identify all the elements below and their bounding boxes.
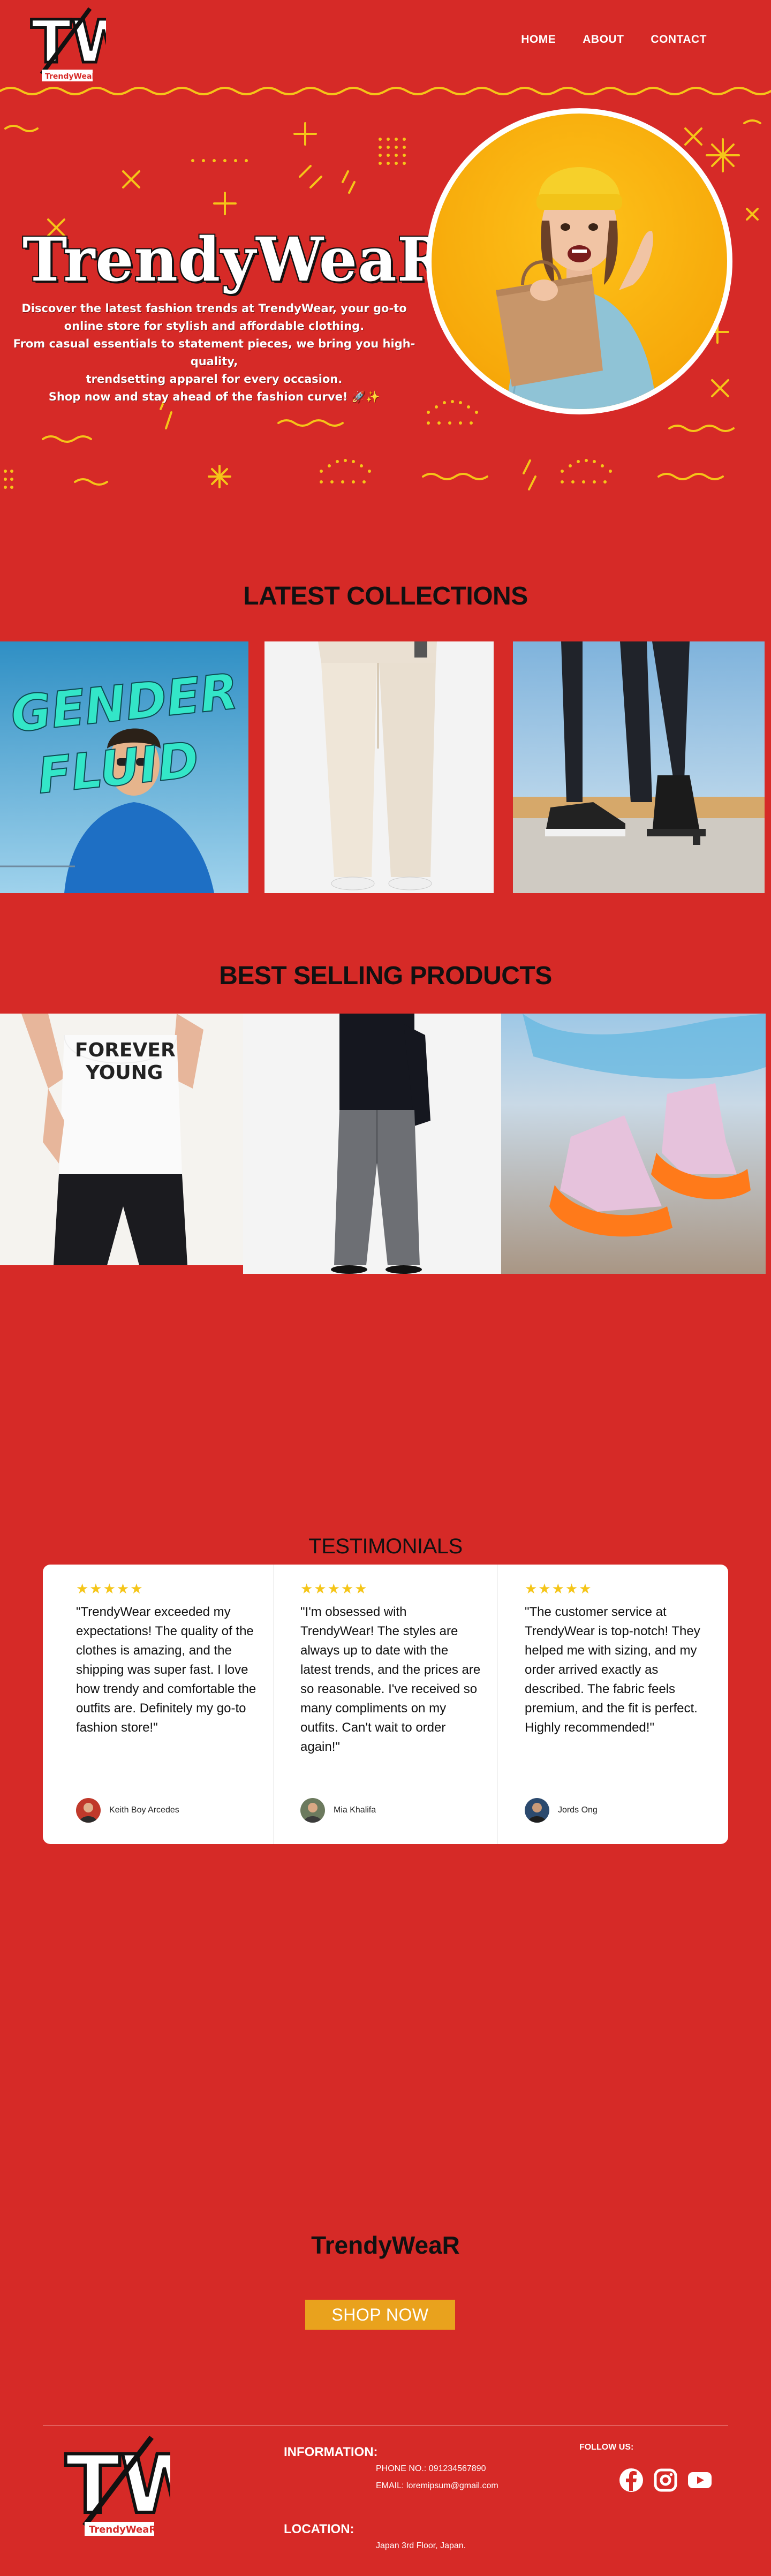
- forever-young-tank-photo: FOREVER YOUNG: [0, 1014, 243, 1265]
- avatar: [300, 1798, 325, 1823]
- logo-letters: TW: [31, 7, 106, 76]
- hero-title: TrendyWeaR: [22, 225, 448, 295]
- footer-logo[interactable]: TW TrendyWeaR: [63, 2432, 210, 2539]
- cta-brand-name: TrendyWeaR: [311, 2231, 460, 2259]
- footer-phone: PHONE NO.: 091234567890: [376, 2464, 486, 2473]
- testimonial-card-1: ★★★★★ "TrendyWear exceeded my expectatio…: [49, 1565, 274, 1844]
- testimonial-card-3: ★★★★★ "The customer service at TrendyWea…: [498, 1565, 722, 1844]
- testimonials-panel: ★★★★★ "TrendyWear exceeded my expectatio…: [43, 1565, 728, 1844]
- footer-location-label: LOCATION:: [284, 2522, 354, 2536]
- product-card-2[interactable]: [243, 1014, 501, 1274]
- collection-card-1[interactable]: GENDER FLUID: [0, 641, 248, 893]
- cream-pants-photo: [264, 641, 494, 893]
- testimonial-card-2: ★★★★★ "I'm obsessed with TrendyWear! The…: [274, 1565, 498, 1844]
- footer-information-label: INFORMATION:: [284, 2445, 378, 2459]
- gender-fluid-jacket-photo: GENDER FLUID: [0, 641, 248, 893]
- hero-line-3: From casual essentials to statement piec…: [13, 337, 415, 368]
- nav-about[interactable]: ABOUT: [583, 33, 624, 46]
- author-name: Jords Ong: [558, 1806, 598, 1815]
- hero-description: Discover the latest fashion trends at Tr…: [11, 300, 418, 406]
- boots-and-sneakers-photo: [513, 641, 765, 893]
- testimonial-author: Jords Ong: [525, 1798, 598, 1823]
- hero-shopper-photo: [432, 114, 727, 409]
- footer-logo-subtext: TrendyWeaR: [89, 2524, 156, 2535]
- rating-stars: ★★★★★: [76, 1581, 144, 1597]
- collection-card-2[interactable]: [264, 641, 494, 893]
- nav-contact[interactable]: CONTACT: [651, 33, 707, 46]
- testimonial-author: Keith Boy Arcedes: [76, 1798, 179, 1823]
- footer-address: Japan 3rd Floor, Japan.: [376, 2541, 466, 2550]
- logo-subtext: TrendyWeaR: [45, 72, 97, 81]
- hero-line-5: Shop now and stay ahead of the fashion c…: [48, 390, 380, 403]
- brand-logo[interactable]: TW TrendyWeaR: [26, 4, 138, 85]
- instagram-icon[interactable]: [654, 2468, 677, 2495]
- hero-line-2: online store for stylish and affordable …: [64, 320, 365, 333]
- rating-stars: ★★★★★: [525, 1581, 593, 1597]
- product-card-3[interactable]: [501, 1014, 766, 1274]
- best-selling-title: BEST SELLING PRODUCTS: [219, 962, 552, 990]
- collection-card-3[interactable]: [513, 641, 765, 893]
- site-header: TW TrendyWeaR HOME ABOUT CONTACT: [0, 0, 771, 86]
- testimonial-quote: "The customer service at TrendyWear is t…: [525, 1605, 700, 1735]
- author-name: Keith Boy Arcedes: [109, 1806, 179, 1815]
- grey-trousers-photo: [243, 1014, 501, 1274]
- rating-stars: ★★★★★: [300, 1581, 368, 1597]
- testimonial-author: Mia Khalifa: [300, 1798, 376, 1823]
- shop-now-button[interactable]: SHOP NOW: [305, 2300, 455, 2330]
- hero-section: TrendyWeaR Discover the latest fashion t…: [0, 80, 771, 541]
- collections-title: LATEST COLLECTIONS: [243, 582, 528, 610]
- hero-line-4: trendsetting apparel for every occasion.: [86, 373, 343, 386]
- hero-line-1: Discover the latest fashion trends at Tr…: [21, 302, 407, 315]
- shirt-text-forever: FOREVER: [75, 1039, 176, 1061]
- author-name: Mia Khalifa: [334, 1806, 376, 1815]
- facebook-icon[interactable]: [618, 2467, 644, 2496]
- footer-email[interactable]: EMAIL: loremipsum@gmail.com: [376, 2481, 498, 2491]
- shirt-text-young: YOUNG: [85, 1062, 163, 1084]
- testimonial-quote: "TrendyWear exceeded my expectations! Th…: [76, 1605, 256, 1735]
- youtube-icon[interactable]: [687, 2471, 713, 2492]
- orange-sneakers-photo: [501, 1014, 766, 1274]
- hero-image-frame: [426, 108, 732, 414]
- avatar: [76, 1798, 101, 1823]
- footer-follow-label: FOLLOW US:: [579, 2443, 634, 2452]
- testimonial-quote: "I'm obsessed with TrendyWear! The style…: [300, 1605, 481, 1754]
- testimonials-title: TESTIMONIALS: [308, 1535, 463, 1558]
- main-nav: HOME ABOUT CONTACT: [521, 33, 707, 46]
- product-card-1[interactable]: FOREVER YOUNG: [0, 1014, 243, 1265]
- avatar: [525, 1798, 549, 1823]
- nav-home[interactable]: HOME: [521, 33, 556, 46]
- social-links: [618, 2467, 713, 2496]
